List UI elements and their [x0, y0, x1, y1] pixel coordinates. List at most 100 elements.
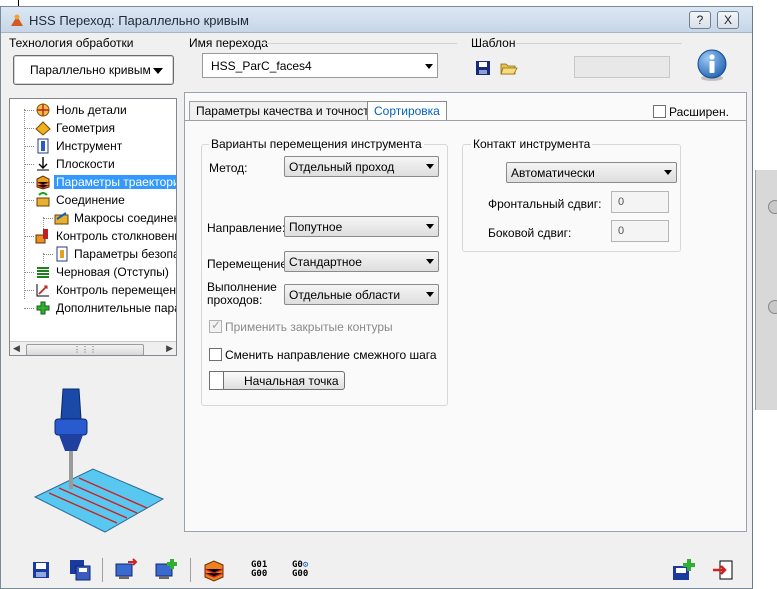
front-shift-label: Фронтальный сдвиг:: [488, 197, 602, 211]
template-label: Шаблон: [471, 36, 516, 50]
tree-horizontal-scrollbar[interactable]: ◀ ⋮⋮⋮ ▶: [10, 341, 176, 355]
export-icon[interactable]: [114, 558, 138, 582]
tree-item-motion-control[interactable]: Контроль перемещени: [10, 281, 176, 299]
tree-item-roughing[interactable]: Черновая (Отступы): [10, 263, 176, 281]
technology-dropdown[interactable]: Параллельно кривым: [13, 55, 174, 85]
tree-item-planes[interactable]: Плоскости: [10, 155, 176, 173]
tree-item-zero-point[interactable]: Ноль детали: [10, 101, 176, 119]
add-to-list-icon[interactable]: [154, 558, 178, 582]
motion-control-icon: [36, 284, 49, 297]
gcode-settings-icon[interactable]: G0⚙ G00: [292, 561, 308, 579]
tree-item-label: Макросы соединен: [74, 211, 177, 225]
planes-icon: [37, 157, 49, 171]
tree-item-label: Параметры безопа: [74, 247, 177, 261]
chevron-down-icon: [426, 259, 434, 264]
gcode-2-bottom: G00: [292, 569, 309, 579]
toolbar-separator: [190, 558, 191, 582]
roughing-icon: [37, 267, 49, 278]
side-shift-label: Боковой сдвиг:: [488, 226, 572, 240]
contact-group-title: Контакт инструмента: [471, 137, 593, 151]
technology-value: Параллельно кривым: [30, 63, 151, 77]
direction-dropdown[interactable]: Попутное: [284, 216, 439, 237]
passes-label-line2: проходов:: [207, 293, 263, 307]
safety-params-icon: [56, 246, 68, 262]
scroll-right-icon[interactable]: ▶: [166, 343, 173, 354]
save-icon[interactable]: [29, 558, 53, 582]
geometry-icon: [35, 121, 51, 136]
contact-mode-dropdown[interactable]: Автоматически: [506, 162, 677, 183]
passes-label-line1: Выполнение: [207, 280, 277, 294]
change-direction-checkbox[interactable]: [209, 348, 222, 361]
tree-item-link[interactable]: Соединение: [10, 191, 176, 209]
passes-dropdown[interactable]: Отдельные области: [284, 284, 439, 305]
collision-control-icon: [35, 229, 48, 244]
direction-value: Попутное: [289, 220, 343, 234]
save-as-icon[interactable]: [68, 558, 92, 582]
divider: [516, 43, 682, 44]
exit-icon[interactable]: [711, 558, 735, 582]
background-part-view: [755, 170, 777, 410]
tree-item-collision[interactable]: Контроль столкновени: [10, 227, 177, 245]
close-button[interactable]: X: [717, 11, 739, 29]
movement-dropdown[interactable]: Стандартное: [284, 251, 439, 272]
info-icon[interactable]: [695, 48, 729, 82]
title-bar[interactable]: HSS Переход: Параллельно кривым ? X: [1, 7, 752, 33]
tool-icon: [37, 138, 49, 154]
tree-item-label: Дополнительные пара: [56, 301, 177, 315]
side-shift-input[interactable]: 0: [611, 220, 669, 242]
dialog-window: HSS Переход: Параллельно кривым ? X Техн…: [0, 6, 753, 589]
start-point-button[interactable]: Начальная точка: [209, 371, 345, 390]
navigation-tree[interactable]: Ноль детали Геометрия Инструмент Плоскос…: [9, 98, 177, 356]
chevron-down-icon: [664, 170, 672, 175]
contact-mode-value: Автоматически: [511, 166, 595, 180]
gcode-1-bottom: G00: [251, 569, 268, 579]
tree-item-label: Соединение: [56, 193, 125, 207]
method-dropdown[interactable]: Отдельный проход: [284, 156, 439, 177]
add-step-icon[interactable]: [671, 558, 695, 582]
tree-item-additional[interactable]: Дополнительные пара: [10, 299, 177, 317]
scroll-left-icon[interactable]: ◀: [13, 343, 20, 354]
gcode-simulation-icon[interactable]: G01 G00: [251, 561, 267, 579]
window-title: HSS Переход: Параллельно кривым: [29, 13, 249, 28]
tree-item-label: Контроль столкновени: [56, 229, 177, 243]
tree-item-label: Плоскости: [56, 157, 115, 171]
extended-checkbox[interactable]: [653, 105, 666, 118]
tree-item-label: Ноль детали: [56, 103, 127, 117]
tree-item-link-macros[interactable]: Макросы соединен: [10, 209, 177, 227]
open-template-icon[interactable]: [500, 60, 518, 76]
tree-item-safety[interactable]: Параметры безопа: [10, 245, 177, 263]
part-hole: [768, 200, 777, 214]
front-shift-input[interactable]: 0: [611, 191, 669, 213]
tree-item-label: Инструмент: [56, 139, 123, 153]
step-name-combobox[interactable]: HSS_ParC_faces4: [202, 53, 438, 78]
tab-divider: [185, 120, 746, 121]
chevron-down-icon: [425, 64, 433, 69]
step-name-label: Имя перехода: [189, 36, 268, 50]
change-direction-label: Сменить направление смежного шага: [225, 348, 437, 362]
start-point-label: Начальная точка: [244, 374, 339, 388]
checkmark-icon: ✓: [211, 318, 222, 332]
toolpath-params-icon: [36, 175, 50, 190]
passes-value: Отдельные области: [289, 288, 401, 302]
tab-quality[interactable]: Параметры качества и точности: [189, 101, 383, 120]
apply-closed-checkbox[interactable]: ✓: [209, 318, 222, 333]
tree-item-geometry[interactable]: Геометрия: [10, 119, 176, 137]
link-icon: [36, 192, 50, 207]
layers-icon[interactable]: [202, 558, 226, 582]
chevron-down-icon: [426, 224, 434, 229]
tool-preview-image: [33, 388, 165, 533]
help-button[interactable]: ?: [689, 11, 711, 29]
template-field: [574, 56, 670, 78]
scrollbar-thumb[interactable]: ⋮⋮⋮: [26, 344, 144, 355]
part-hole: [768, 300, 777, 314]
save-template-icon[interactable]: [475, 60, 491, 76]
method-label: Метод:: [209, 161, 248, 175]
plus-icon: [36, 301, 50, 315]
technology-label: Технология обработки: [9, 36, 134, 50]
tree-item-tool[interactable]: Инструмент: [10, 137, 176, 155]
extended-label: Расширен.: [669, 105, 729, 119]
movement-group-title: Варианты перемещения инструмента: [209, 137, 424, 151]
tab-sorting[interactable]: Сортировка: [367, 101, 447, 120]
movement-group: [201, 144, 448, 406]
tree-item-toolpath-params[interactable]: Параметры траектори: [10, 173, 176, 191]
